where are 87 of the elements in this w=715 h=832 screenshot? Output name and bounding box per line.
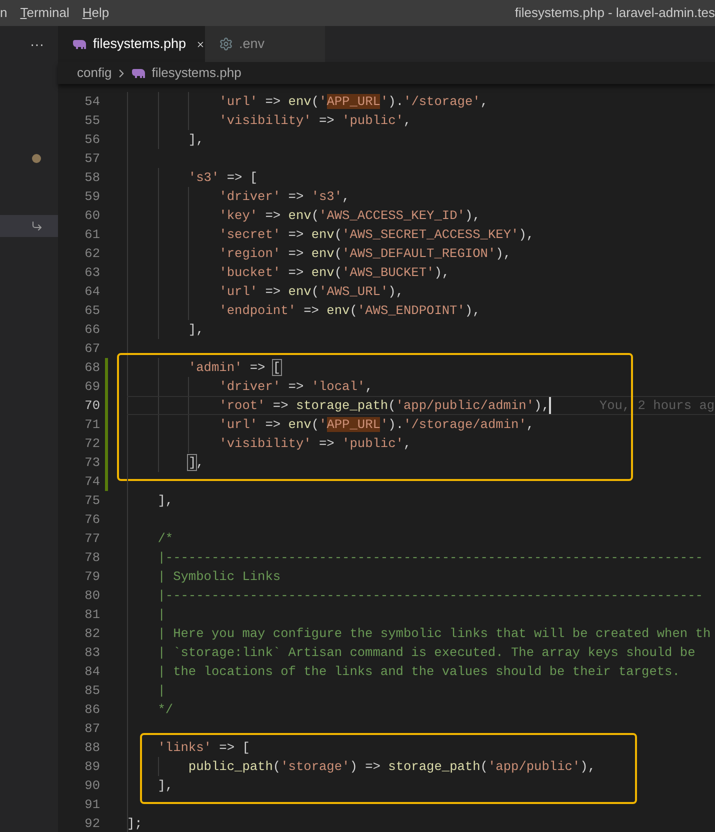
code-line: 'driver' => 's3', — [218, 188, 350, 206]
line-number: 65 — [84, 302, 100, 320]
line-number: 78 — [84, 548, 100, 567]
line-number: 54 — [84, 92, 100, 111]
line-number: 74 — [84, 472, 100, 491]
line-number: 90 — [84, 776, 100, 795]
line-number: 80 — [84, 586, 100, 605]
code-line: 'root' => storage_path('app/public/admin'), — [218, 396, 550, 415]
line-number: 71 — [84, 416, 100, 434]
line-number: 89 — [84, 758, 100, 776]
code-line: 'links' => [ — [156, 738, 250, 757]
indent-arrow-icon — [31, 220, 43, 232]
menu-item[interactable]: n — [0, 3, 8, 23]
line-number: 79 — [84, 568, 100, 586]
breadcrumb-item[interactable]: filesystems.php — [152, 63, 242, 83]
line-number: 73 — [84, 454, 100, 472]
line-number: 63 — [84, 264, 100, 282]
line-number: 88 — [84, 738, 100, 757]
line-number: 83 — [84, 644, 100, 662]
code-line: 's3' => [ — [187, 168, 258, 187]
line-number: 91 — [84, 796, 100, 814]
line-number: 92 — [84, 814, 100, 832]
line-number: 55 — [84, 112, 100, 130]
line-number: 84 — [84, 662, 100, 681]
line-number: 62 — [84, 244, 100, 263]
blame-annotation: You, 2 hours ag — [599, 396, 715, 415]
line-number: 75 — [84, 492, 100, 510]
code-line: 'key' => env('AWS_ACCESS_KEY_ID'), — [218, 206, 480, 225]
code-line: ]; — [127, 814, 142, 832]
code-line: | Symbolic Links — [156, 568, 281, 586]
code-line: public_path('storage') => storage_path('app/public'), — [187, 758, 596, 776]
text-cursor — [549, 397, 552, 414]
editor-tab[interactable]: .env — [205, 26, 325, 62]
code-line: */ — [156, 700, 174, 719]
line-number: 57 — [84, 150, 100, 168]
line-number: 85 — [84, 682, 100, 700]
code-line: /* — [156, 530, 174, 548]
code-line: | the locations of the links and the values should be their targets. — [156, 662, 680, 681]
window-title: filesystems.php - laravel-admin.tes — [514, 4, 715, 22]
line-number: 56 — [84, 130, 100, 149]
more-button[interactable]: ··· — [30, 34, 44, 54]
editor-tab[interactable]: filesystems.php — [58, 26, 205, 62]
code-line: | `storage:link` Artisan command is executed. The array keys should be — [156, 644, 696, 662]
line-number: 66 — [84, 320, 100, 339]
code-line: |---------------------------------------------------------------------- — [156, 586, 703, 605]
code-line: 'visibility' => 'public', — [218, 434, 412, 453]
code-line: 'admin' => [ — [187, 358, 281, 377]
code-line: | — [156, 682, 166, 700]
line-number: 76 — [84, 510, 100, 529]
line-number: 69 — [84, 378, 100, 396]
line-number: 82 — [84, 624, 100, 643]
line-number: 61 — [84, 226, 100, 244]
line-number: 60 — [84, 206, 100, 225]
code-line: | — [156, 606, 166, 624]
code-line: 'visibility' => 'public', — [218, 112, 412, 130]
line-number: 86 — [84, 700, 100, 719]
code-line: ], — [156, 776, 174, 795]
code-line: ], — [187, 130, 204, 149]
breadcrumb-item[interactable]: config — [77, 63, 112, 83]
code-line: 'secret' => env('AWS_SECRET_ACCESS_KEY'), — [218, 226, 534, 244]
line-number: 70 — [84, 396, 100, 415]
code-line: ], — [156, 492, 174, 510]
code-line: 'bucket' => env('AWS_BUCKET'), — [218, 264, 450, 282]
code-line: |---------------------------------------------------------------------- — [156, 548, 703, 567]
line-number: 64 — [84, 282, 100, 301]
code-line: ], — [187, 320, 204, 339]
settings-icon — [219, 37, 233, 51]
code-line: | Here you may configure the symbolic links that will be created when th — [156, 624, 711, 643]
line-number: 68 — [84, 358, 100, 377]
code-line: 'endpoint' => env('AWS_ENDPOINT'), — [218, 302, 480, 320]
code-line: 'driver' => 'local', — [218, 378, 373, 396]
line-number: 59 — [84, 188, 100, 206]
code-line: 'url' => env('AWS_URL'), — [218, 282, 404, 301]
menu-item[interactable]: Terminal — [20, 3, 70, 23]
line-number: 81 — [84, 606, 100, 624]
elephant-icon — [72, 38, 87, 50]
code-line: ], — [187, 454, 204, 472]
tab-label: .env — [239, 34, 265, 53]
line-number: 87 — [84, 720, 100, 738]
line-number: 67 — [84, 340, 100, 358]
line-number: 72 — [84, 434, 100, 453]
line-number: 58 — [84, 168, 100, 187]
code-line: 'region' => env('AWS_DEFAULT_REGION'), — [218, 244, 511, 263]
menu-item[interactable]: Help — [82, 3, 110, 23]
elephant-icon — [130, 68, 146, 78]
tab-label: filesystems.php — [93, 34, 186, 53]
line-number: 77 — [84, 530, 100, 548]
